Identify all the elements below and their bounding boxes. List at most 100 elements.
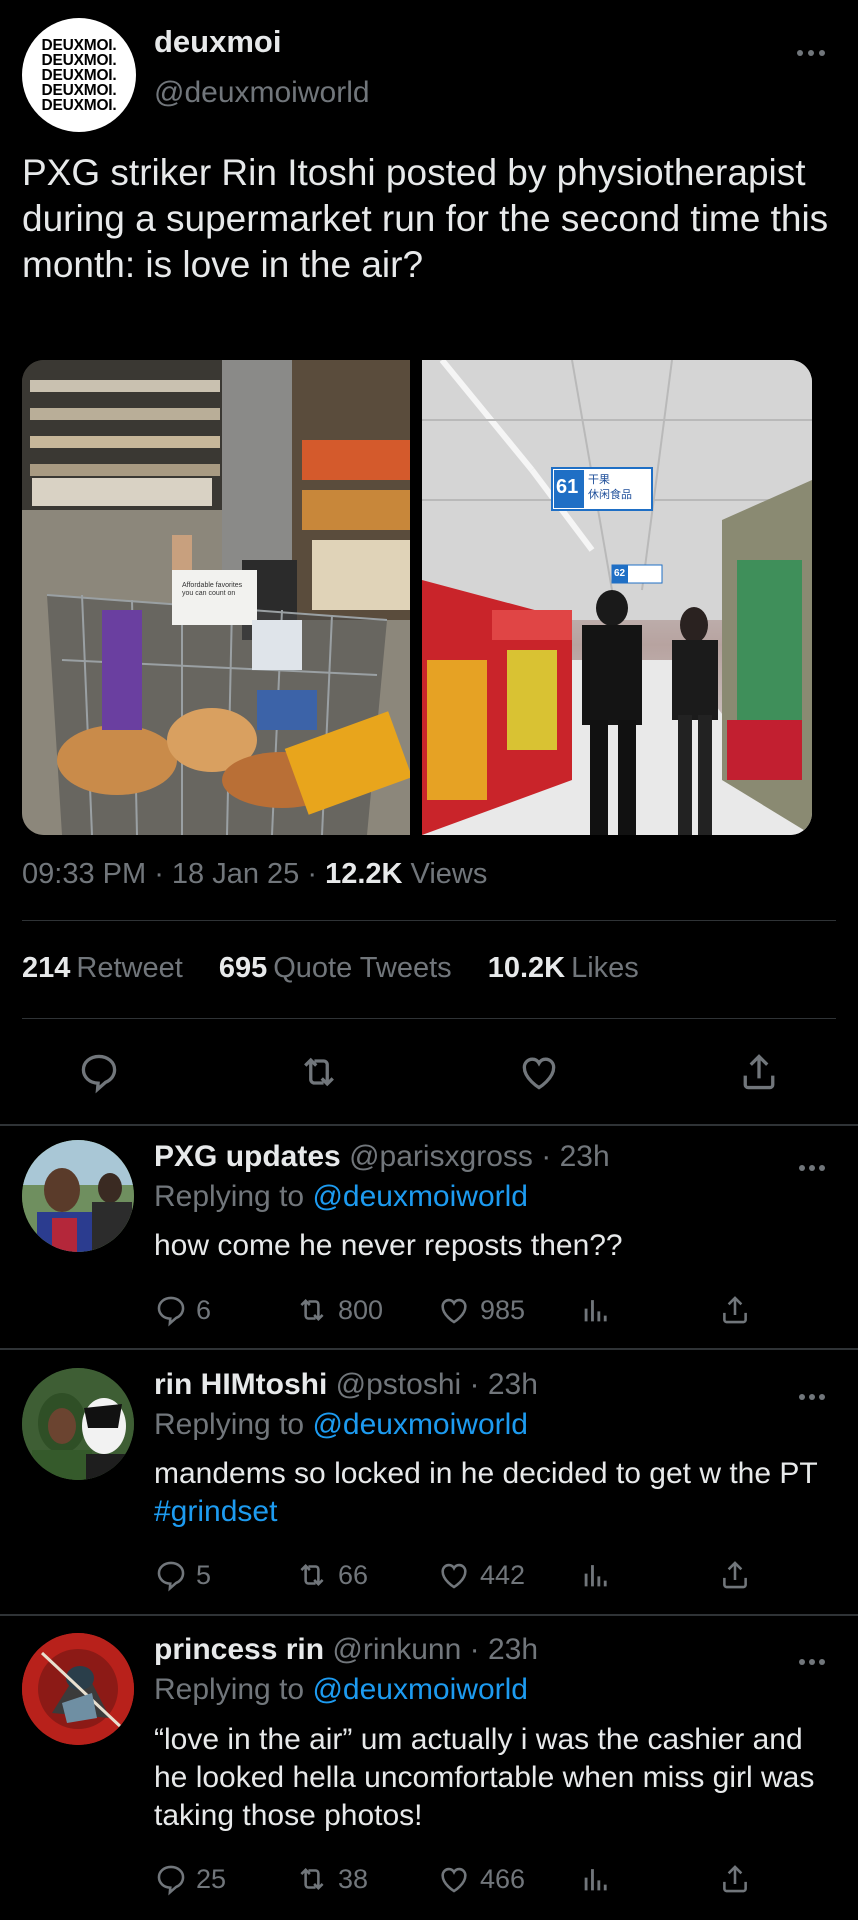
views-count: 12.2K [325,858,403,890]
like-button[interactable] [517,1050,561,1094]
reply-button[interactable]: 6 [154,1293,211,1327]
tweet-actions [0,1048,858,1098]
analytics-button[interactable] [579,1862,621,1896]
tweet-text: PXG striker Rin Itoshi posted by physiot… [22,152,829,285]
like-button[interactable]: 442 [436,1558,525,1592]
logo-line: DEUXMOI. [41,51,117,69]
more-options-button[interactable] [796,38,826,64]
replying-to: Replying to @deuxmoiworld [154,1180,528,1214]
replying-to-prefix: Replying to [154,1673,305,1706]
divider [22,1018,836,1019]
reply-icon [157,1296,185,1327]
share-button[interactable] [737,1050,781,1094]
photo-supermarket-aisle[interactable]: 61 干果 休闲食品 62 [422,360,812,835]
reply-author-handle[interactable]: @parisxgross [349,1140,533,1173]
reply-button[interactable]: 25 [154,1862,226,1896]
account-avatar[interactable]: DEUXMOI. DEUXMOI. DEUXMOI. DEUXMOI. DEUX… [22,18,136,132]
analytics-button[interactable] [579,1558,621,1592]
avatar-photo [22,1368,134,1480]
reply-time: · 23h [469,1368,538,1401]
account-handle[interactable]: @deuxmoiworld [154,76,370,110]
analytics-button[interactable] [579,1293,621,1327]
reply-author-handle[interactable]: @pstoshi [336,1368,462,1401]
reply-icon [157,1561,185,1592]
retweets-label: Retweet [76,952,183,984]
retweet-button[interactable] [297,1050,341,1094]
avatar-photo [22,1633,134,1745]
tweet-date: 18 Jan 25 [171,858,300,890]
replying-to-prefix: Replying to [154,1408,305,1441]
quotes-stat[interactable]: 695 Quote Tweets [219,952,452,984]
reply-body: how come he never reposts then?? [154,1229,623,1262]
analytics-icon [584,1300,607,1322]
account-name[interactable]: deuxmoi [154,24,281,60]
reply-author-handle[interactable]: @rinkunn [332,1633,461,1666]
photo-supermarket-cart[interactable]: Affordable favorites you can count on [22,360,410,835]
replying-to-prefix: Replying to [154,1180,305,1213]
retweet-count: 800 [338,1294,384,1325]
reply-time: · 23h [541,1140,610,1173]
reply-author-name[interactable]: PXG updates [154,1140,341,1173]
reply-more-button[interactable] [798,1381,826,1407]
reply-avatar[interactable] [22,1140,134,1252]
reply-count: 6 [196,1294,212,1325]
tweet-media[interactable]: Affordable favorites you can count on 61… [22,360,812,835]
quotes-count: 695 [218,952,268,984]
share-icon [723,1296,747,1324]
reply-count: 25 [196,1863,227,1894]
reply-avatar[interactable] [22,1633,134,1745]
likes-label: Likes [571,952,639,984]
reply-author-name[interactable]: rin HIMtoshi [154,1368,327,1401]
retweet-button[interactable]: 800 [294,1293,383,1327]
share-button[interactable] [718,1862,760,1896]
reply-body: “love in the air” um actually i was the … [154,1723,815,1832]
aisle-photo-illustration [422,360,812,835]
divider [22,920,836,921]
reply-actions: 6 800 985 [154,1293,854,1333]
reply-more-button[interactable] [798,1152,826,1178]
aisle-sign-62: 62 [614,568,626,579]
reply-icon [81,1054,117,1094]
share-icon [723,1865,747,1893]
replying-to-link[interactable]: @deuxmoiworld [312,1673,528,1706]
reply-text: “love in the air” um actually i was the … [154,1721,844,1835]
hashtag-link[interactable]: #grindset [154,1495,277,1528]
reply-body: mandems so locked in he decided to get w… [154,1457,818,1490]
reply-count: 5 [196,1559,212,1590]
like-button[interactable]: 466 [436,1862,525,1896]
replying-to: Replying to @deuxmoiworld [154,1408,528,1442]
aisle-sign-text: 干果 休闲食品 [588,473,632,501]
more-horizontal-icon [799,1394,825,1400]
avatar-photo [22,1140,134,1252]
reply-header: princess rin @rinkunn · 23h [154,1633,538,1667]
aisle-sign-number: 61 [556,476,579,498]
retweet-button[interactable]: 66 [294,1558,368,1592]
meta-dot: · [154,858,172,890]
reply-button[interactable]: 5 [154,1558,211,1592]
like-count: 442 [480,1559,526,1590]
share-button[interactable] [718,1558,760,1592]
retweet-button[interactable]: 38 [294,1862,368,1896]
reply-avatar[interactable] [22,1368,134,1480]
meta-dot: · [307,858,326,890]
like-button[interactable]: 985 [436,1293,525,1327]
tweet-stats: 214 Retweet 695 Quote Tweets 10.2K Likes [22,952,639,985]
replying-to-link[interactable]: @deuxmoiworld [312,1180,528,1213]
reply-more-button[interactable] [798,1646,826,1672]
reply-button[interactable] [77,1050,121,1094]
likes-stat[interactable]: 10.2K Likes [488,952,639,984]
reply-author-name[interactable]: princess rin [154,1633,324,1666]
tweet-time: 09:33 PM [22,858,147,890]
tweet-meta: 09:33 PM · 18 Jan 25 · 12.2K Views [22,858,487,891]
replying-to-link[interactable]: @deuxmoiworld [312,1408,528,1441]
share-button[interactable] [718,1293,760,1327]
logo-line: DEUXMOI. [41,36,117,54]
retweets-stat[interactable]: 214 Retweet [22,952,183,984]
likes-count: 10.2K [487,952,566,984]
share-icon [743,1054,775,1090]
heart-icon [441,1867,467,1893]
analytics-icon [584,1869,607,1891]
retweet-count: 38 [338,1863,369,1894]
views-label: Views [410,858,488,890]
reply-actions: 5 66 442 [154,1558,854,1598]
